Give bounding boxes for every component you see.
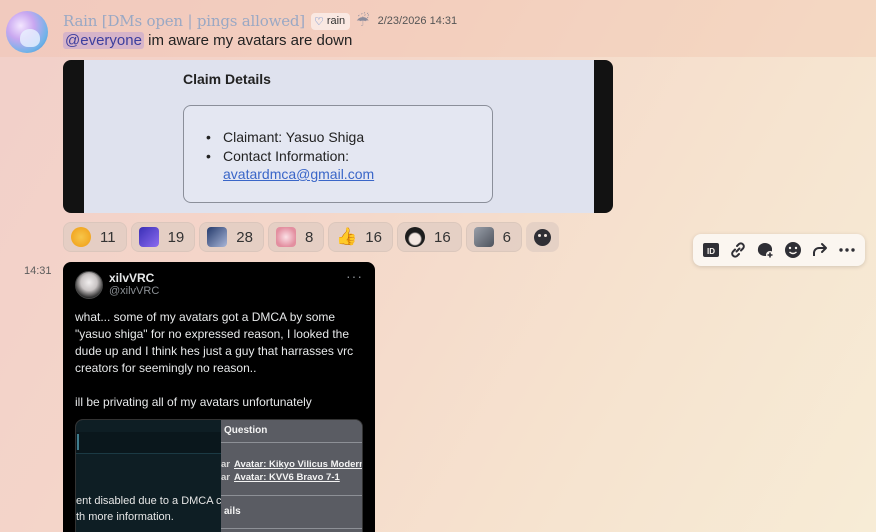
forward-button[interactable] (808, 238, 831, 262)
more-icon (839, 248, 855, 252)
media-divider (221, 528, 362, 529)
thread-icon (758, 243, 775, 259)
role-tag-label: rain (326, 15, 346, 27)
claim-box: Claimant: Yasuo Shiga Contact Informatio… (183, 105, 493, 203)
claim-item: Contact Information: (206, 147, 364, 166)
reaction-count: 28 (236, 228, 253, 246)
reaction[interactable]: 16 (396, 222, 462, 252)
claim-document: Claim Details Claimant: Yasuo Shiga Cont… (84, 60, 594, 213)
cloud-rain-icon: ☔ (356, 13, 370, 30)
tweet-text: what... some of my avatars got a DMCA by… (75, 309, 370, 428)
role-tag[interactable]: ♡ rain (310, 12, 351, 30)
copy-id-button[interactable]: ID (699, 238, 722, 262)
dog-emoji-icon (473, 227, 494, 247)
anime-face-emoji-icon (138, 227, 159, 247)
message-action-toolbar: ID (693, 234, 865, 266)
second-message-timestamp[interactable]: 14:31 (24, 265, 52, 277)
reaction-bar: 11 19 28 8 👍 16 16 6 (63, 222, 560, 252)
media-divider (221, 442, 362, 443)
avatar-link: Avatar: KVV6 Bravo 7-1 (233, 472, 340, 483)
create-thread-button[interactable] (754, 238, 777, 262)
avatar-row: ar Avatar: Kikyo Vilicus Modern (221, 459, 363, 470)
claim-item: Claimant: Yasuo Shiga (206, 128, 364, 147)
forward-icon (812, 243, 827, 256)
user-avatar[interactable] (6, 11, 48, 53)
tweet-author-handle[interactable]: @xilvVRC (109, 285, 159, 297)
kiss-face-emoji-icon (71, 227, 91, 247)
reaction[interactable]: 👍 16 (328, 222, 393, 252)
message-text: im aware my avatars are down (143, 32, 353, 49)
copy-link-button[interactable] (726, 238, 749, 262)
row-prefix: ar (221, 459, 230, 470)
add-reaction-button[interactable] (526, 222, 560, 252)
media-header-bar (76, 432, 221, 454)
media-divider (221, 495, 362, 496)
smiley-icon (534, 228, 552, 246)
everyone-mention[interactable]: @everyone (63, 32, 144, 49)
link-icon (731, 242, 745, 258)
claim-email-link[interactable]: avatardmca@gmail.com (206, 166, 374, 182)
details-label: ails (224, 506, 241, 517)
tweet-embed[interactable]: xilvVRC @xilvVRC ··· what... some of my … (63, 262, 375, 532)
svg-text:ID: ID (707, 247, 715, 256)
claim-list: Claimant: Yasuo Shiga Contact Informatio… (206, 128, 364, 166)
reaction-count: 19 (167, 228, 185, 246)
reaction[interactable]: 8 (267, 222, 325, 252)
black-hair-girl-emoji-icon (404, 227, 425, 247)
claim-email-row: avatardmca@gmail.com (206, 166, 374, 182)
heart-icon: ♡ (313, 15, 324, 28)
tweet-media-left-panel: ent disabled due to a DMCA cla th more i… (76, 420, 221, 532)
reaction[interactable]: 19 (130, 222, 196, 252)
reaction[interactable]: 6 (465, 222, 523, 252)
row-prefix: ar (221, 472, 230, 483)
message-header: Rain [DMs open | pings allowed] ♡ rain ☔… (63, 12, 457, 30)
thumbs-up-emoji-icon: 👍 (336, 227, 358, 246)
message-content: @everyone im aware my avatars are down (63, 32, 352, 49)
tweet-paragraph: ill be privating all of my avatars unfor… (75, 395, 312, 409)
claim-title: Claim Details (183, 71, 271, 87)
reaction[interactable]: 28 (199, 222, 264, 252)
username[interactable]: Rain [DMs open | pings allowed] (63, 12, 305, 30)
claim-image-attachment[interactable]: Claim Details Claimant: Yasuo Shiga Cont… (63, 60, 613, 213)
dmca-notice-line: th more information. (76, 511, 174, 523)
avatar-link: Avatar: Kikyo Vilicus Modern (233, 459, 363, 470)
tweet-avatar[interactable] (75, 271, 103, 299)
avatar-figure-emoji-icon (207, 227, 228, 247)
reaction-count: 16 (365, 228, 382, 246)
question-label: Question (224, 425, 268, 436)
message-timestamp[interactable]: 2/23/2026 14:31 (378, 15, 458, 27)
reaction-count: 11 (100, 228, 116, 246)
id-icon: ID (702, 243, 719, 257)
media-bar-accent (77, 434, 79, 450)
dmca-notice: ent disabled due to a DMCA cla th more i… (76, 493, 221, 525)
dmca-notice-line: ent disabled due to a DMCA cla (76, 495, 221, 507)
tweet-author-name[interactable]: xilvVRC (109, 271, 154, 285)
tweet-media[interactable]: ent disabled due to a DMCA cla th more i… (75, 419, 363, 532)
tweet-media-right-panel: Question ar Avatar: Kikyo Vilicus Modern … (221, 420, 363, 532)
reaction-count: 8 (304, 228, 314, 246)
add-reaction-icon (784, 242, 801, 258)
more-options-button[interactable] (836, 238, 859, 262)
reaction-count: 6 (502, 228, 512, 246)
reaction-count: 16 (433, 228, 451, 246)
tweet-more-icon[interactable]: ··· (346, 268, 363, 284)
reaction[interactable]: 11 (63, 222, 127, 252)
add-reaction-toolbar-button[interactable] (781, 238, 804, 262)
tweet-paragraph: what... some of my avatars got a DMCA by… (75, 310, 354, 375)
avatar-row: ar Avatar: KVV6 Bravo 7-1 (221, 472, 340, 483)
pink-character-emoji-icon (275, 227, 296, 247)
